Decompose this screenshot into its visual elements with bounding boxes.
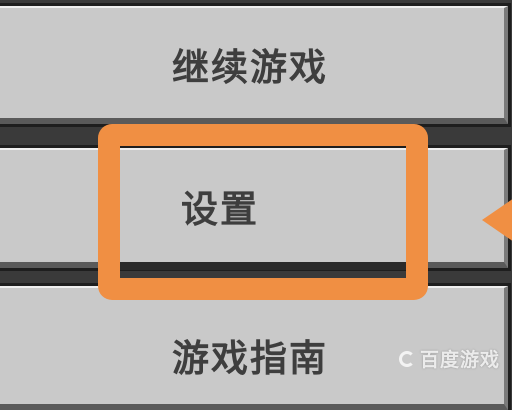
watermark: 百度游戏 <box>398 345 500 372</box>
pointer-arrow-icon <box>482 198 512 242</box>
baidu-game-logo-icon <box>398 350 415 367</box>
continue-game-button[interactable]: 继续游戏 <box>0 6 508 124</box>
highlight-frame <box>98 124 428 300</box>
continue-game-label: 继续游戏 <box>172 46 328 89</box>
game-guide-label: 游戏指南 <box>172 337 328 380</box>
watermark-text: 百度游戏 <box>419 349 500 371</box>
